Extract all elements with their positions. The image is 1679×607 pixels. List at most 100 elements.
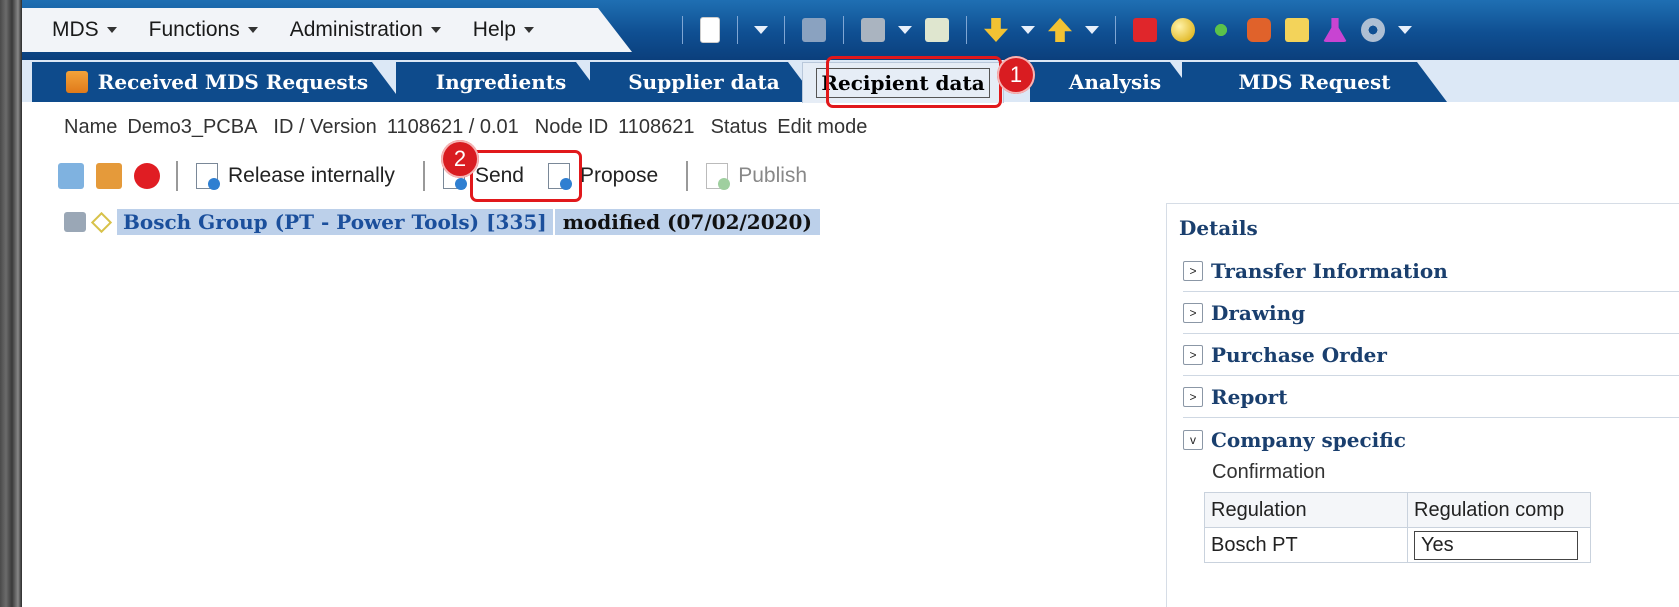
section-transfer-label: Transfer Information (1211, 259, 1448, 283)
menu-help-label: Help (472, 18, 516, 41)
details-panel: Details > Transfer Information > Drawing… (1166, 203, 1679, 607)
delete-icon[interactable] (134, 163, 160, 189)
caret-down-icon (523, 27, 534, 33)
tab-ingredients[interactable]: Ingredients (396, 62, 606, 102)
toolbar-separator (1115, 16, 1116, 44)
tab-analysis[interactable]: Analysis (1030, 62, 1200, 102)
node-id-label: Node ID (534, 116, 609, 138)
regulation-table: Regulation Regulation comp Bosch PT Yes (1204, 492, 1591, 563)
section-transfer-information[interactable]: > Transfer Information (1183, 251, 1679, 292)
section-purchase-label: Purchase Order (1211, 343, 1387, 367)
name-label: Name (64, 116, 118, 138)
toolbar-separator (784, 16, 785, 44)
folder-icon[interactable] (1285, 18, 1309, 42)
annotation-highlight-send (470, 150, 582, 202)
annotation-badge-1: 1 (997, 56, 1035, 94)
caret-down-icon (106, 27, 117, 33)
tab-received-label: Received MDS Requests (97, 70, 369, 94)
toolbar-separator (682, 16, 683, 44)
compliance-cell: Yes (1407, 527, 1591, 563)
flask-icon[interactable] (1323, 18, 1347, 42)
dropdown-icon[interactable] (1085, 26, 1099, 34)
release-label: Release internally (228, 164, 395, 187)
toolbar-separator (966, 16, 967, 44)
menu-mds[interactable]: MDS (52, 18, 117, 42)
annotation-badge-2: 2 (441, 140, 479, 178)
print-icon[interactable] (861, 18, 885, 42)
dropdown-icon[interactable] (1398, 26, 1412, 34)
puzzle-icon[interactable] (1247, 18, 1271, 42)
dropdown-icon[interactable] (754, 26, 768, 34)
expand-icon: > (1183, 387, 1203, 407)
gear-icon[interactable] (1361, 18, 1385, 42)
section-drawing-label: Drawing (1211, 301, 1306, 325)
name-value: Demo3_PCBA (127, 116, 258, 138)
collapse-icon: v (1183, 430, 1203, 450)
column-header-regulation-compliance: Regulation comp (1407, 492, 1591, 528)
id-version-value: 1108621 / 0.01 (386, 116, 519, 138)
cube-icon[interactable] (1133, 18, 1157, 42)
release-icon (196, 163, 220, 190)
add-request-icon[interactable] (96, 163, 122, 189)
molecule-icon[interactable] (1209, 18, 1233, 42)
section-company-specific[interactable]: v Company specific (1183, 420, 1679, 460)
publish-label: Publish (738, 164, 808, 187)
tab-mds-request-label: MDS Request (1238, 70, 1391, 94)
dropdown-icon[interactable] (898, 26, 912, 34)
section-drawing[interactable]: > Drawing (1183, 293, 1679, 334)
table-header-row: Regulation Regulation comp (1204, 492, 1591, 528)
propose-label: Propose (579, 164, 659, 187)
sphere-icon[interactable] (1171, 18, 1195, 42)
section-report[interactable]: > Report (1183, 377, 1679, 418)
request-icon (66, 71, 88, 93)
recipient-status: modified (07/02/2020) (554, 209, 820, 235)
menu-help[interactable]: Help (473, 18, 534, 42)
status-value: Edit mode (777, 116, 868, 138)
annotation-highlight-recipient (826, 56, 1002, 108)
application-window: MDS Functions Administration Help Receiv… (22, 0, 1679, 607)
id-version-label: ID / Version (273, 116, 377, 138)
expand-icon: > (1183, 303, 1203, 323)
tab-ingredients-label: Ingredients (435, 70, 567, 94)
column-header-regulation: Regulation (1204, 492, 1408, 528)
recipient-name[interactable]: Bosch Group (PT - Power Tools) [335] (117, 209, 553, 235)
node-id-value: 1108621 (618, 116, 695, 138)
window-frame-edge (0, 0, 22, 607)
download-icon[interactable] (984, 18, 1008, 42)
tab-mds-request[interactable]: MDS Request (1182, 62, 1447, 102)
caret-down-icon (430, 27, 441, 33)
diamond-icon (90, 211, 113, 233)
expand-icon: > (1183, 345, 1203, 365)
add-recipient-icon[interactable] (58, 163, 84, 189)
menu-administration-label: Administration (289, 18, 423, 41)
menu-mds-label: MDS (52, 18, 99, 41)
menu-administration[interactable]: Administration (290, 18, 441, 42)
menu-functions[interactable]: Functions (149, 18, 258, 42)
status-label: Status (710, 116, 768, 138)
section-purchase-order[interactable]: > Purchase Order (1183, 335, 1679, 376)
publish-button[interactable]: Publish (706, 163, 808, 190)
check-document-icon[interactable] (925, 18, 949, 42)
toolbar-separator (737, 16, 738, 44)
details-title: Details (1179, 216, 1258, 240)
toolbar-icons (672, 12, 1418, 48)
tab-received-mds-requests[interactable]: Received MDS Requests (32, 62, 402, 102)
tab-supplier-data[interactable]: Supplier data (590, 62, 818, 102)
menu-bar: MDS Functions Administration Help (22, 8, 632, 52)
compliance-select[interactable]: Yes (1414, 530, 1578, 560)
expand-icon: > (1183, 261, 1203, 281)
confirmation-label: Confirmation (1212, 461, 1326, 483)
publish-icon (706, 163, 731, 190)
release-internally-button[interactable]: Release internally (196, 163, 395, 190)
dropdown-icon[interactable] (1021, 26, 1035, 34)
object-info-row: Name Demo3_PCBA ID / Version 1108621 / 0… (64, 116, 873, 139)
upload-icon[interactable] (1048, 18, 1072, 42)
tab-supplier-label: Supplier data (628, 70, 780, 94)
tab-analysis-label: Analysis (1068, 70, 1162, 94)
new-document-icon[interactable] (700, 17, 720, 43)
top-bar: MDS Functions Administration Help (22, 0, 1679, 60)
save-icon[interactable] (802, 18, 826, 42)
section-report-label: Report (1211, 385, 1288, 409)
recipient-tree-node[interactable]: Bosch Group (PT - Power Tools) [335] mod… (64, 208, 820, 236)
section-company-label: Company specific (1211, 428, 1406, 452)
